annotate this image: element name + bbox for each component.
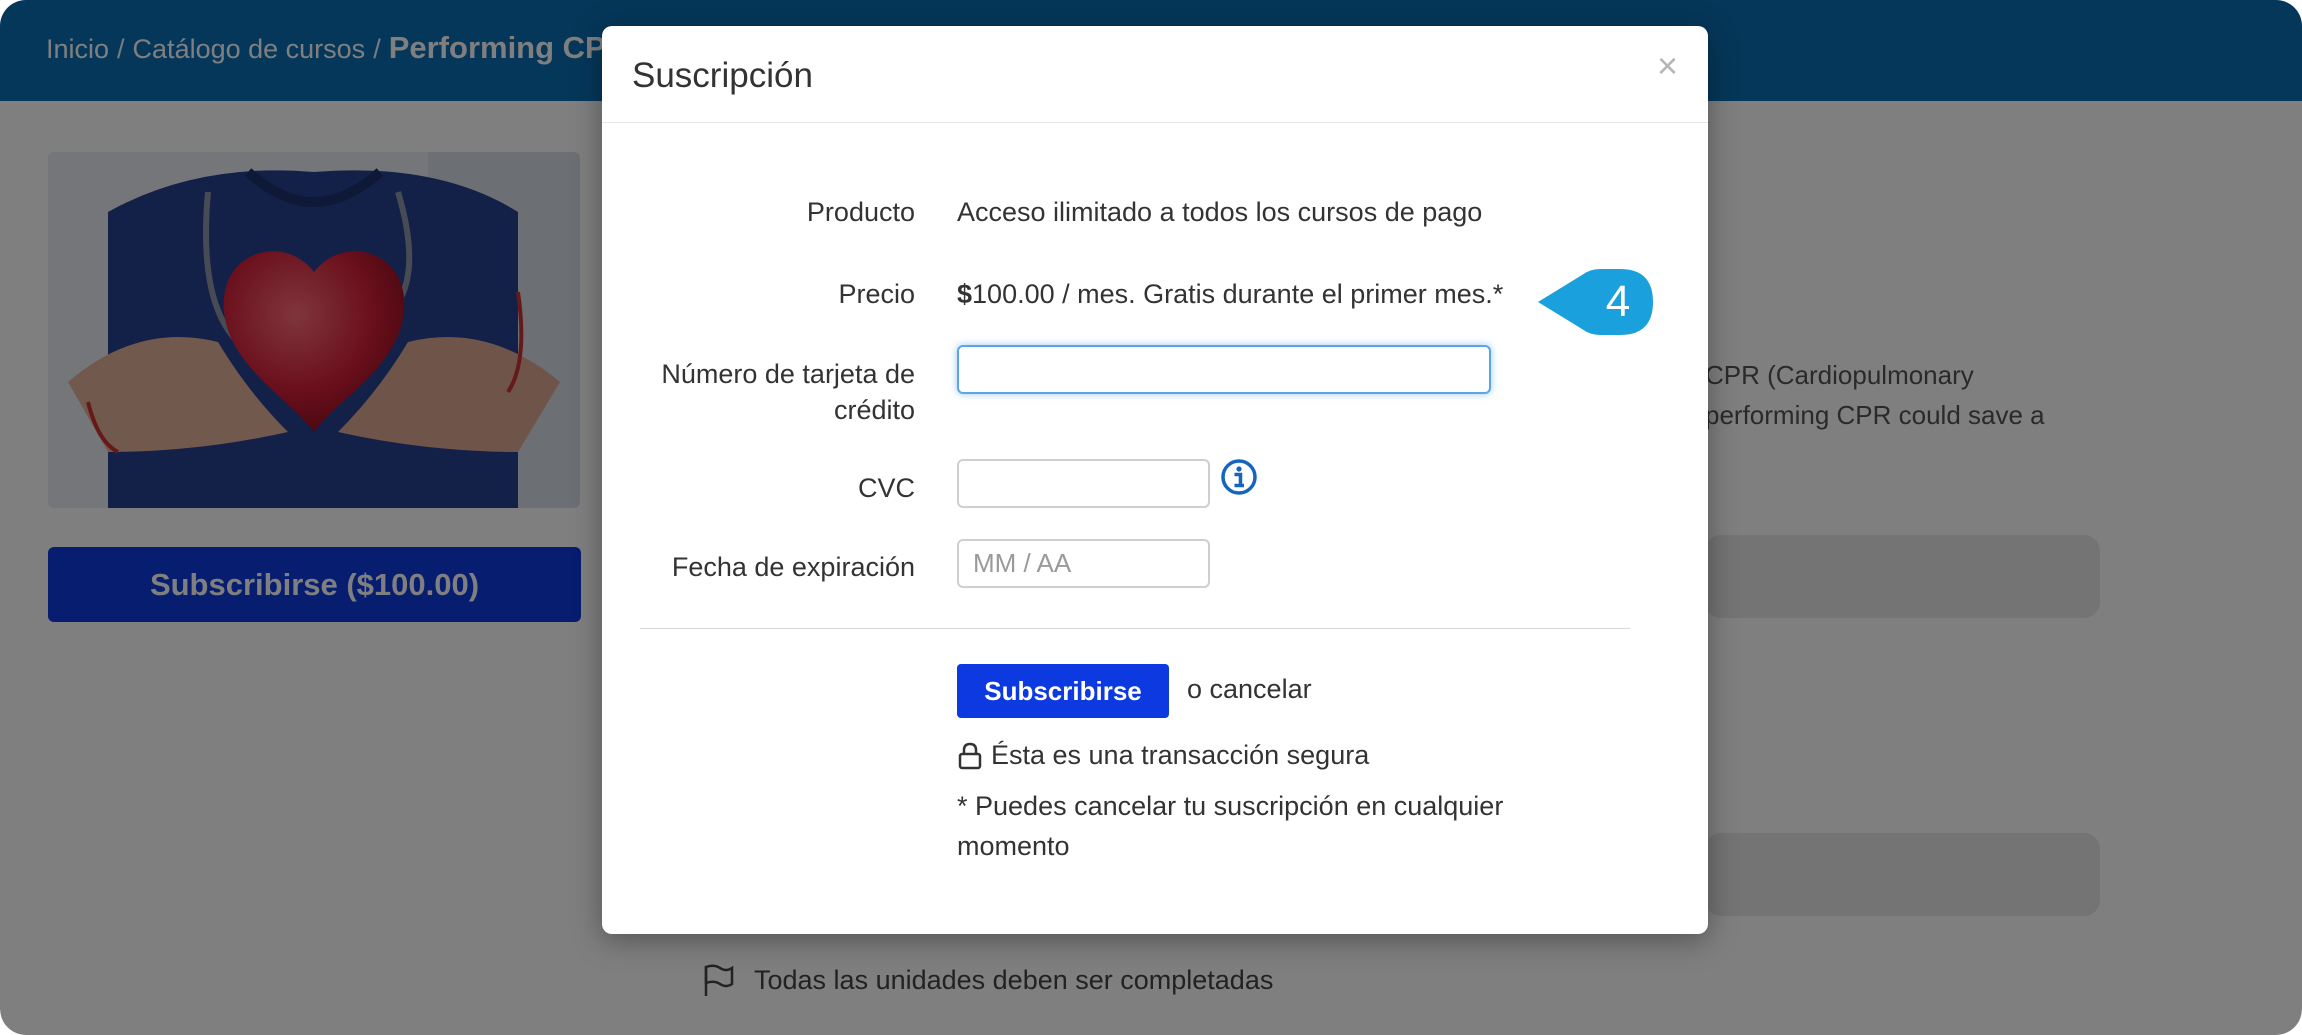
card-number-label-line: Número de tarjeta de [661,359,915,389]
expiry-input[interactable] [957,539,1210,588]
close-icon[interactable]: × [1657,48,1678,84]
modal-title: Suscripción [632,56,813,95]
modal-header: Suscripción × [602,26,1708,123]
expiry-label: Fecha de expiración [671,552,915,582]
subscription-modal: Suscripción × Producto Acceso ilimitado … [602,26,1708,934]
app-frame: Inicio / Catálogo de cursos / Performing… [0,0,2302,1035]
cvc-label: CVC [857,473,915,503]
price-value: $100.00 / mes. Gratis durante el primer … [957,276,1503,312]
form-divider [640,628,1630,629]
product-label: Producto [806,197,915,227]
secure-transaction-row: Ésta es una transacción segura [957,740,1369,771]
subscribe-submit-button[interactable]: Subscribirse [957,664,1169,718]
cvc-input[interactable] [957,459,1210,508]
cancel-link[interactable]: o cancelar [1187,674,1312,705]
card-number-label: Número de tarjeta de crédito [661,356,915,428]
cancel-anytime-note: * Puedes cancelar tu suscripción en cual… [957,791,1504,861]
step-number: 4 [1605,277,1631,326]
secure-transaction-text: Ésta es una transacción segura [991,740,1370,770]
card-number-label-line: crédito [833,395,915,425]
card-number-input[interactable] [957,345,1491,394]
price-currency: $ [957,279,973,309]
product-value: Acceso ilimitado a todos los cursos de p… [957,197,1483,227]
lock-icon [958,742,982,769]
info-icon[interactable] [1220,458,1258,496]
price-amount: 100.00 / mes. Gratis durante el primer m… [972,279,1504,309]
price-label: Precio [838,279,915,309]
